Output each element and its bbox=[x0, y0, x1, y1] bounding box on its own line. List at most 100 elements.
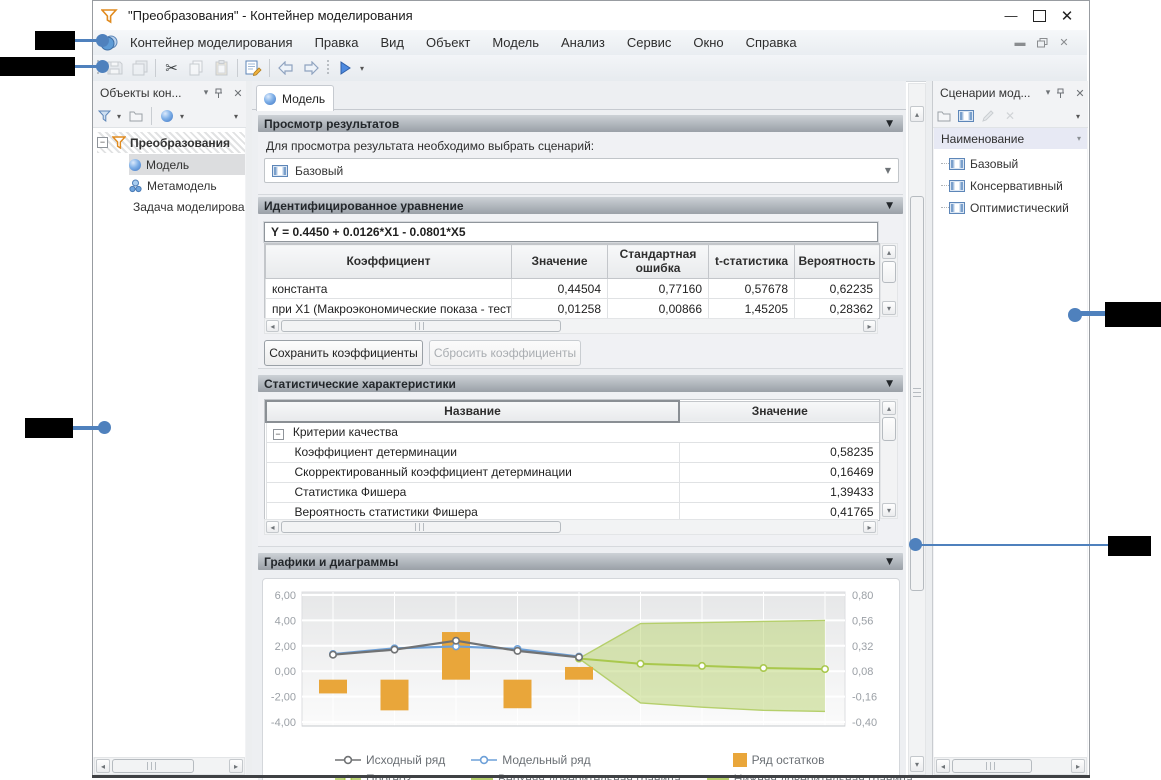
table-row[interactable]: Коэффициент детерминации 0,58235 bbox=[266, 442, 880, 462]
scenario-item-optimistic[interactable]: Оптимистический bbox=[941, 197, 1085, 218]
mdi-minimize-icon[interactable]: ▬ bbox=[1009, 35, 1031, 51]
collapse-section-icon[interactable]: ▼ bbox=[886, 201, 893, 211]
menu-container[interactable]: Контейнер моделирования bbox=[119, 30, 304, 55]
toolbar: ✂ ▾ bbox=[93, 55, 1087, 82]
legend-item[interactable]: Исходный ряд bbox=[335, 753, 445, 767]
right-panel-pin-icon[interactable] bbox=[1056, 88, 1072, 99]
save-all-icon[interactable] bbox=[127, 57, 152, 79]
callout-box-4 bbox=[1105, 302, 1161, 327]
maximize-icon[interactable] bbox=[1025, 6, 1053, 26]
model-filter-icon[interactable] bbox=[156, 106, 178, 126]
mdi-close-icon[interactable]: ✕ bbox=[1053, 35, 1075, 51]
combo-dropdown-icon[interactable]: ▼ bbox=[885, 166, 891, 175]
tree-item-metamodel[interactable]: Метамодель bbox=[129, 175, 245, 196]
delete-icon[interactable]: ✕ bbox=[999, 106, 1021, 126]
collapse-section-icon[interactable]: ▼ bbox=[886, 379, 893, 389]
section-equation-header[interactable]: Идентифицированное уравнение ▼ bbox=[258, 197, 903, 214]
left-panel-pin-icon[interactable] bbox=[214, 88, 230, 99]
folder-icon[interactable] bbox=[933, 106, 955, 126]
tree-item-model[interactable]: Модель bbox=[129, 154, 245, 175]
filter-icon[interactable] bbox=[93, 106, 115, 126]
group-label: Критерии качества bbox=[293, 425, 398, 439]
main-vscrollbar[interactable]: ▴ ▾ bbox=[908, 83, 926, 775]
scenario-icon bbox=[949, 158, 965, 170]
scenario-item-conservative[interactable]: Консервативный bbox=[941, 175, 1085, 196]
table-row[interactable]: Скорректированный коэффициент детерминац… bbox=[266, 462, 880, 482]
menu-window[interactable]: Окно bbox=[682, 30, 734, 55]
close-icon[interactable]: ✕ bbox=[1053, 6, 1081, 26]
left-panel-close-icon[interactable]: ✕ bbox=[230, 87, 246, 100]
column-filter-icon[interactable]: ▾ bbox=[1077, 134, 1081, 143]
col-value[interactable]: Значение bbox=[679, 401, 880, 422]
back-icon[interactable] bbox=[273, 57, 298, 79]
app-funnel-icon bbox=[101, 8, 118, 24]
left-toolbar-more-icon[interactable]: ▾ bbox=[234, 112, 238, 121]
cell-prob: 0,62235 bbox=[795, 279, 880, 299]
scenario-new-icon[interactable] bbox=[955, 106, 977, 126]
scenario-combobox[interactable]: Базовый ▼ bbox=[264, 158, 899, 183]
model-icon bbox=[129, 159, 141, 171]
right-panel-close-icon[interactable]: ✕ bbox=[1072, 87, 1088, 100]
collapse-section-icon[interactable]: ▼ bbox=[886, 557, 893, 567]
edit-report-icon[interactable] bbox=[241, 57, 266, 79]
col-stderr[interactable]: Стандартная ошибка bbox=[608, 245, 709, 279]
reset-coefficients-button[interactable]: Сбросить коэффициенты bbox=[429, 340, 581, 366]
menu-service[interactable]: Сервис bbox=[616, 30, 683, 55]
cell-stderr: 0,77160 bbox=[608, 279, 709, 299]
left-panel-menu-icon[interactable]: ▾ bbox=[198, 88, 214, 98]
paste-icon[interactable] bbox=[209, 57, 234, 79]
model-filter-dropdown-icon[interactable]: ▾ bbox=[180, 112, 184, 121]
tree-root-row[interactable]: − Преобразования bbox=[97, 132, 245, 153]
mdi-restore-icon[interactable] bbox=[1031, 35, 1053, 51]
col-name[interactable]: Название bbox=[266, 401, 679, 422]
menu-analysis[interactable]: Анализ bbox=[550, 30, 616, 55]
right-panel-hscrollbar[interactable]: ◂ ▸ bbox=[934, 757, 1087, 775]
folder-icon[interactable] bbox=[125, 106, 147, 126]
equation-table-hscrollbar[interactable]: ◂ ▸ bbox=[264, 318, 878, 334]
edit-pencil-icon[interactable] bbox=[977, 106, 999, 126]
stats-table-vscrollbar[interactable]: ▴ ▾ bbox=[880, 399, 898, 519]
cut-icon[interactable]: ✂ bbox=[159, 57, 184, 79]
section-title: Идентифицированное уравнение bbox=[264, 199, 464, 213]
menu-object[interactable]: Объект bbox=[415, 30, 481, 55]
forward-icon[interactable] bbox=[298, 57, 323, 79]
tabbar-line bbox=[252, 109, 906, 110]
run-icon[interactable] bbox=[333, 57, 358, 79]
scenario-column-header[interactable]: Наименование ▾ bbox=[934, 128, 1087, 150]
cell-value: 0,01258 bbox=[512, 299, 608, 319]
menu-model[interactable]: Модель bbox=[481, 30, 550, 55]
section-charts-header[interactable]: Графики и диаграммы ▼ bbox=[258, 553, 903, 570]
menu-help[interactable]: Справка bbox=[735, 30, 808, 55]
right-toolbar-more-icon[interactable]: ▾ bbox=[1076, 112, 1080, 121]
equation-table-vscrollbar[interactable]: ▴ ▾ bbox=[880, 243, 898, 317]
run-dropdown-icon[interactable]: ▾ bbox=[360, 64, 364, 73]
right-panel-menu-icon[interactable]: ▾ bbox=[1040, 88, 1056, 98]
stats-table-hscrollbar[interactable]: ◂ ▸ bbox=[264, 519, 878, 535]
col-tstat[interactable]: t-статистика bbox=[709, 245, 795, 279]
scenario-item-base[interactable]: Базовый bbox=[941, 153, 1085, 174]
collapse-section-icon[interactable]: ▼ bbox=[886, 119, 893, 129]
col-probability[interactable]: Вероятность bbox=[795, 245, 880, 279]
collapse-icon[interactable]: − bbox=[97, 137, 108, 148]
legend-item[interactable]: Ряд остатков bbox=[733, 753, 825, 767]
table-row[interactable]: константа 0,44504 0,77160 0,57678 0,6223… bbox=[266, 279, 880, 299]
legend-item[interactable]: Модельный ряд bbox=[471, 753, 590, 767]
filter-dropdown-icon[interactable]: ▾ bbox=[117, 112, 121, 121]
minimize-icon[interactable]: — bbox=[997, 6, 1025, 26]
left-panel-hscrollbar[interactable]: ◂ ▸ bbox=[94, 757, 245, 775]
table-row[interactable]: Статистика Фишера 1,39433 bbox=[266, 482, 880, 502]
copy-icon[interactable] bbox=[184, 57, 209, 79]
col-value[interactable]: Значение bbox=[512, 245, 608, 279]
collapse-icon[interactable]: − bbox=[273, 429, 284, 440]
col-coefficient[interactable]: Коэффициент bbox=[266, 245, 512, 279]
save-coefficients-button[interactable]: Сохранить коэффициенты bbox=[264, 340, 423, 366]
table-row[interactable]: при X1 (Макроэкономические показа - тест… bbox=[266, 299, 880, 319]
group-row[interactable]: − Критерии качества bbox=[266, 422, 880, 442]
section-stats-header[interactable]: Статистические характеристики ▼ bbox=[258, 375, 903, 392]
section-results-header[interactable]: Просмотр результатов ▼ bbox=[258, 115, 903, 132]
equation-table: Коэффициент Значение Стандартная ошибка … bbox=[264, 243, 880, 319]
tab-model[interactable]: Модель bbox=[256, 85, 334, 111]
tree-item-task[interactable]: Задача моделирован bbox=[129, 196, 245, 217]
menu-view[interactable]: Вид bbox=[370, 30, 416, 55]
menu-edit[interactable]: Правка bbox=[304, 30, 370, 55]
